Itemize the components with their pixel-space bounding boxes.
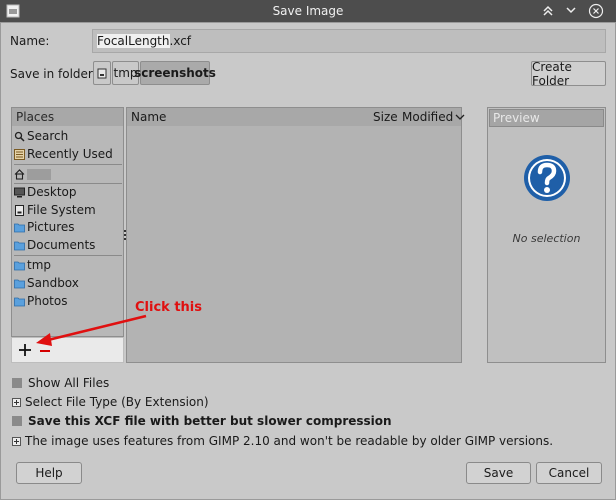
save-button[interactable]: Save bbox=[466, 462, 531, 484]
home-folder-name-redacted bbox=[27, 168, 51, 180]
place-label: Documents bbox=[27, 238, 96, 252]
breadcrumb-drive[interactable] bbox=[93, 61, 111, 85]
place-desktop[interactable]: Desktop bbox=[14, 183, 77, 201]
remove-bookmark-button[interactable] bbox=[39, 341, 53, 359]
create-folder-button[interactable]: Create Folder bbox=[531, 60, 606, 88]
cancel-button[interactable]: Cancel bbox=[536, 462, 602, 484]
place-photos[interactable]: Photos bbox=[14, 292, 67, 310]
place-search[interactable]: Search bbox=[14, 127, 68, 145]
place-label: tmp bbox=[27, 258, 52, 272]
select-file-type-label: Select File Type (By Extension) bbox=[25, 395, 209, 409]
place-label: Pictures bbox=[27, 220, 75, 234]
show-all-files-label: Show All Files bbox=[28, 376, 110, 390]
keep-above-icon[interactable] bbox=[540, 3, 556, 19]
checkbox-box bbox=[12, 416, 22, 426]
place-label: Photos bbox=[27, 294, 68, 308]
column-modified[interactable]: Modified bbox=[402, 110, 465, 124]
annotation-label: Click this bbox=[135, 300, 202, 315]
place-label: Recently Used bbox=[27, 147, 113, 161]
add-bookmark-button[interactable] bbox=[18, 341, 32, 359]
window-title: Save Image bbox=[272, 4, 344, 18]
folder-icon bbox=[14, 261, 25, 270]
name-label: Name: bbox=[10, 34, 50, 48]
save-in-folder-label: Save in folder: bbox=[10, 67, 97, 81]
preview-empty-text: No selection bbox=[512, 232, 581, 245]
folder-icon bbox=[14, 241, 25, 250]
drive-icon bbox=[15, 204, 24, 216]
place-label: Search bbox=[27, 129, 69, 143]
expander-plus-icon bbox=[12, 397, 21, 407]
place-file-system[interactable]: File System bbox=[14, 201, 96, 219]
save-xcf-compression-label: Save this XCF file with better but slowe… bbox=[28, 414, 392, 428]
search-icon bbox=[14, 131, 25, 142]
place-documents[interactable]: Documents bbox=[14, 236, 95, 254]
question-icon bbox=[524, 155, 570, 201]
folder-icon bbox=[14, 223, 25, 232]
expander-plus-icon bbox=[12, 436, 21, 446]
select-file-type-expander[interactable]: Select File Type (By Extension) bbox=[12, 395, 209, 409]
places-header: Places bbox=[12, 108, 123, 126]
file-list[interactable]: Name Size Modified bbox=[126, 107, 465, 363]
place-label: Sandbox bbox=[27, 276, 79, 290]
keep-below-icon[interactable] bbox=[563, 3, 579, 19]
folder-icon bbox=[14, 279, 25, 288]
name-input[interactable]: FocalLength.xcf bbox=[92, 29, 606, 53]
place-home[interactable] bbox=[14, 165, 51, 183]
save-xcf-compression-checkbox[interactable]: Save this XCF file with better but slowe… bbox=[12, 414, 392, 428]
places-toolbar bbox=[11, 337, 124, 363]
folder-icon bbox=[14, 297, 25, 306]
preview-panel: Preview No selection bbox=[487, 107, 606, 363]
place-label: File System bbox=[27, 203, 96, 217]
close-icon[interactable] bbox=[588, 3, 604, 19]
place-label: Desktop bbox=[27, 185, 77, 199]
place-tmp[interactable]: tmp bbox=[14, 256, 51, 274]
help-button[interactable]: Help bbox=[16, 462, 82, 484]
desktop-icon bbox=[14, 187, 25, 197]
places-panel: Places Search Recently Used Desktop File… bbox=[11, 107, 124, 337]
file-list-header: Name Size Modified bbox=[127, 108, 465, 126]
title-bar: Save Image bbox=[0, 0, 616, 22]
show-all-files-checkbox[interactable]: Show All Files bbox=[12, 376, 109, 390]
column-name[interactable]: Name bbox=[131, 110, 166, 124]
place-recently-used[interactable]: Recently Used bbox=[14, 145, 113, 163]
checkbox-box bbox=[12, 378, 22, 388]
preview-header[interactable]: Preview bbox=[489, 109, 604, 127]
place-sandbox[interactable]: Sandbox bbox=[14, 274, 79, 292]
home-icon bbox=[14, 168, 25, 180]
column-size[interactable]: Size bbox=[373, 110, 398, 124]
place-pictures[interactable]: Pictures bbox=[14, 218, 75, 236]
breadcrumb-screenshots[interactable]: screenshots bbox=[134, 61, 216, 85]
name-input-selected: FocalLength bbox=[97, 34, 170, 48]
name-input-extension: .xcf bbox=[169, 34, 192, 48]
compatibility-notice-label: The image uses features from GIMP 2.10 a… bbox=[25, 434, 554, 448]
compatibility-notice-expander[interactable]: The image uses features from GIMP 2.10 a… bbox=[12, 434, 553, 448]
chevron-down-icon bbox=[455, 114, 465, 120]
plus-icon bbox=[19, 344, 31, 356]
minus-icon bbox=[40, 350, 50, 352]
column-modified-label: Modified bbox=[402, 110, 454, 124]
drive-icon bbox=[97, 68, 107, 78]
recent-documents-icon bbox=[14, 148, 25, 160]
